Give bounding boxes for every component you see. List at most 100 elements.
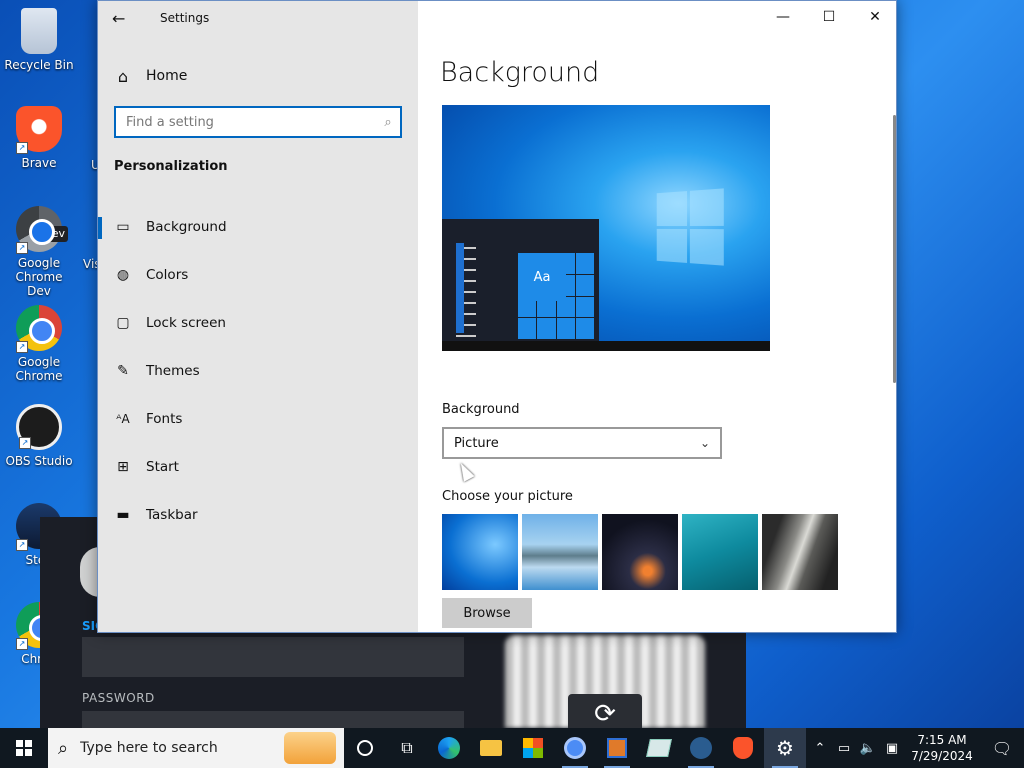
settings-search[interactable]: ⌕: [114, 106, 402, 138]
desktop-icon-recycle-bin[interactable]: Recycle Bin: [4, 8, 74, 72]
network-icon[interactable]: ▭: [832, 741, 856, 756]
desktop-icon-label: OBS Studio: [5, 454, 73, 468]
themes-icon: ✎: [117, 363, 129, 379]
taskbar-file-explorer[interactable]: [470, 728, 512, 768]
nav-item-label: Start: [146, 459, 179, 475]
recycle-bin-icon: [21, 8, 57, 54]
section-heading: Personalization: [114, 159, 228, 174]
desktop-icon-obs[interactable]: ↗ OBS Studio: [4, 404, 74, 468]
nav-item-label: Fonts: [146, 411, 183, 427]
chrome-icon: [564, 737, 586, 759]
clock-time: 7:15 AM: [917, 733, 967, 747]
start-button[interactable]: [0, 728, 48, 768]
settings-window[interactable]: ← Settings ⌂ Home ⌕ Personalization ▭ Ba…: [97, 0, 897, 633]
refresh-icon[interactable]: ⟳: [568, 694, 642, 729]
edge-icon: [438, 737, 460, 759]
obs-icon: ↗: [16, 404, 62, 450]
shortcut-arrow-icon: ↗: [16, 242, 28, 254]
nav-item-label: Background: [146, 219, 227, 235]
task-view-button[interactable]: ⧉: [386, 728, 428, 768]
picture-thumbnail[interactable]: [522, 514, 598, 590]
folder-icon: [480, 740, 502, 756]
password-label: PASSWORD: [82, 691, 155, 705]
settings-nav-pane: ← Settings ⌂ Home ⌕ Personalization ▭ Ba…: [98, 1, 418, 632]
paper-icon: [646, 739, 672, 757]
find-setting-input[interactable]: [126, 114, 376, 130]
nav-item-label: Lock screen: [146, 315, 226, 331]
gear-icon: ⚙: [776, 736, 794, 760]
taskbar-preview: [442, 341, 770, 351]
windows-start-icon: [16, 740, 32, 756]
nav-home-label: Home: [146, 68, 188, 84]
volume-icon[interactable]: 🔈: [856, 741, 880, 756]
nav-item-colors[interactable]: ◍ Colors: [98, 255, 418, 295]
window-title: Settings: [160, 11, 210, 25]
shortcut-arrow-icon: ↗: [16, 142, 28, 154]
start-menu-preview: Aa: [442, 219, 599, 341]
background-type-dropdown[interactable]: Picture ⌄: [442, 427, 722, 459]
package-icon: [607, 738, 627, 758]
taskbar-search[interactable]: ⌕ Type here to search: [48, 728, 344, 768]
task-view-icon: ⧉: [401, 738, 413, 757]
picture-icon: ▭: [116, 219, 130, 235]
picture-thumbnail[interactable]: [762, 514, 838, 590]
clock[interactable]: 7:15 AM 7/29/2024: [904, 732, 980, 764]
taskbar-store[interactable]: [512, 728, 554, 768]
taskbar-settings[interactable]: ⚙: [764, 728, 806, 768]
windows-logo-icon: [656, 188, 724, 266]
page-title: Background: [440, 57, 600, 88]
fonts-icon: ᴬA: [116, 412, 130, 426]
chevron-down-icon: ⌄: [699, 436, 710, 450]
taskbar-icon: ▬: [116, 507, 130, 523]
shortcut-arrow-icon: ↗: [16, 638, 28, 650]
picture-thumbnail[interactable]: [602, 514, 678, 590]
cortana-icon: [357, 740, 373, 756]
taskbar-edge[interactable]: [428, 728, 470, 768]
shortcut-arrow-icon: ↗: [16, 539, 28, 551]
scrollbar[interactable]: [893, 115, 896, 383]
nav-item-themes[interactable]: ✎ Themes: [98, 351, 418, 391]
taskbar-steam[interactable]: [680, 728, 722, 768]
background-preview: Aa: [442, 105, 770, 351]
picture-thumbnail[interactable]: [682, 514, 758, 590]
desktop-icon-chrome[interactable]: ↗ Google Chrome: [4, 305, 74, 383]
taskbar-chrome[interactable]: [554, 728, 596, 768]
nav-item-start[interactable]: ⊞ Start: [98, 447, 418, 487]
steam-icon: [690, 737, 712, 759]
back-arrow-icon[interactable]: ←: [112, 9, 125, 28]
nav-item-fonts[interactable]: ᴬA Fonts: [98, 399, 418, 439]
choose-picture-label: Choose your picture: [442, 489, 573, 504]
lock-screen-icon: ▢: [116, 315, 130, 331]
taskbar-brave[interactable]: [722, 728, 764, 768]
nav-home[interactable]: ⌂ Home: [114, 63, 187, 89]
system-tray: ⌃ ▭ 🔈 ▣ 7:15 AM 7/29/2024 🗨: [808, 728, 1024, 768]
taskbar-paper-app[interactable]: [638, 728, 680, 768]
home-icon: ⌂: [117, 66, 129, 86]
start-icon: ⊞: [117, 459, 129, 475]
chevron-up-icon[interactable]: ⌃: [808, 741, 832, 756]
nav-item-background[interactable]: ▭ Background: [98, 207, 418, 247]
password-input[interactable]: [82, 711, 464, 728]
desktop-icon-label: Brave: [21, 156, 57, 170]
cortana-button[interactable]: [344, 728, 386, 768]
notification-badge-icon[interactable]: ▣: [880, 741, 904, 756]
desktop-icon-chrome-dev[interactable]: Dev ↗ Google Chrome Dev: [4, 206, 74, 298]
brave-icon: [733, 737, 753, 759]
nav-item-lock-screen[interactable]: ▢ Lock screen: [98, 303, 418, 343]
desktop-icon-brave[interactable]: ↗ Brave: [4, 106, 74, 170]
nav-item-taskbar[interactable]: ▬ Taskbar: [98, 495, 418, 535]
desktop-icon-label: Google Chrome Dev: [15, 256, 63, 298]
palette-icon: ◍: [116, 267, 130, 283]
action-center-icon[interactable]: 🗨: [980, 739, 1024, 758]
chrome-icon: ↗: [16, 305, 62, 353]
search-icon: ⌕: [58, 737, 69, 759]
shortcut-arrow-icon: ↗: [16, 341, 28, 353]
desktop-icon-label: Recycle Bin: [4, 58, 74, 72]
clock-date: 7/29/2024: [911, 749, 973, 763]
taskbar-app[interactable]: [596, 728, 638, 768]
browse-button[interactable]: Browse: [442, 598, 532, 628]
search-icon: ⌕: [384, 114, 392, 130]
account-name-input[interactable]: [82, 637, 464, 677]
picture-thumbnail[interactable]: [442, 514, 518, 590]
dev-badge: Dev: [40, 226, 68, 242]
